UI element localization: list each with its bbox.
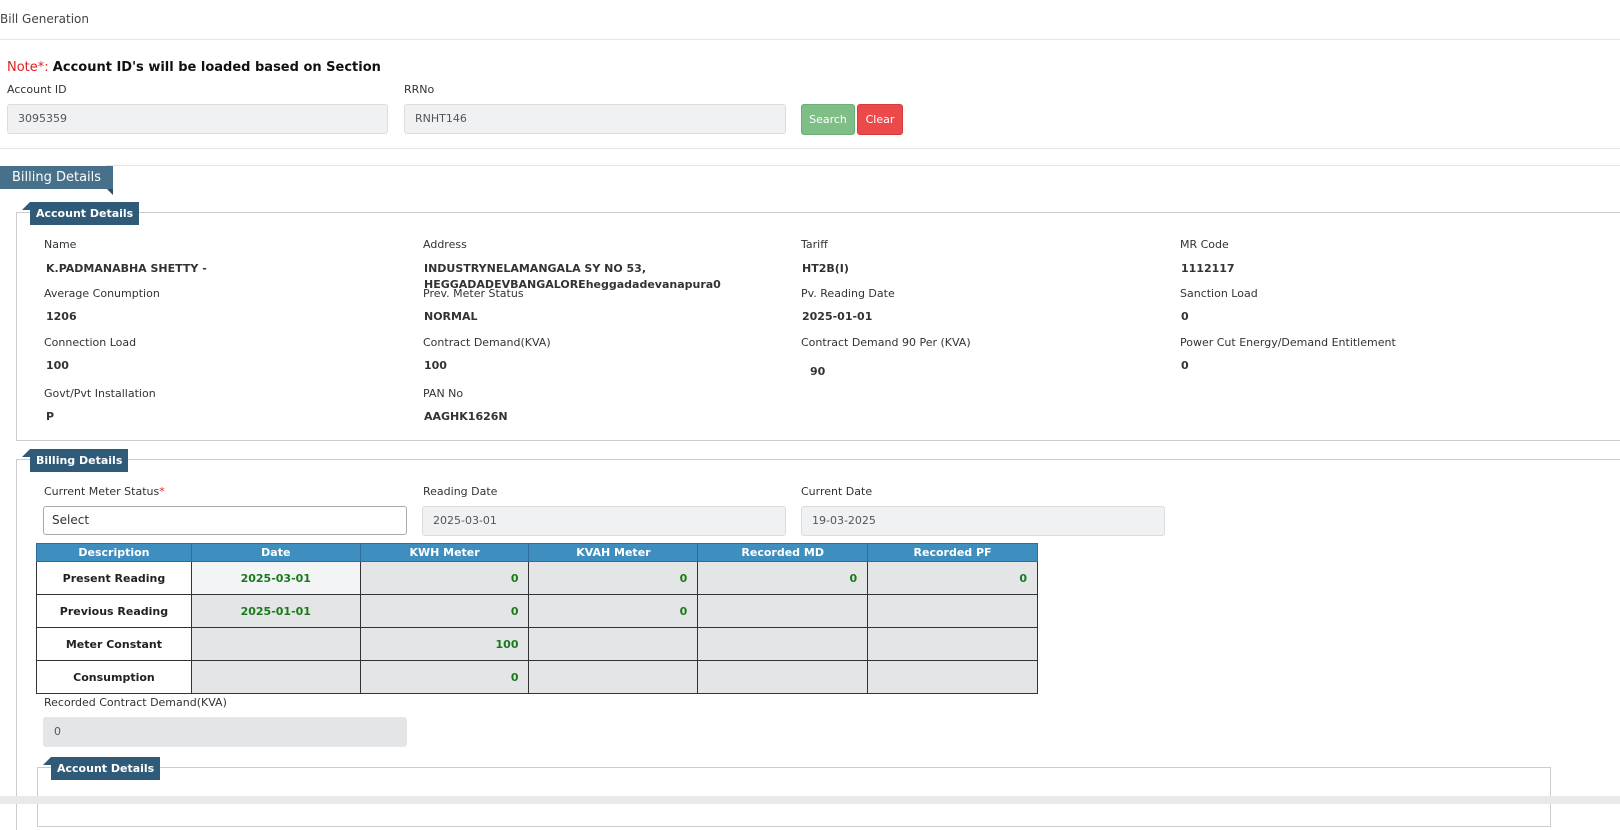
name-value: K.PADMANABHA SHETTY - — [46, 262, 207, 275]
avg-consumption-value: 1206 — [46, 310, 77, 323]
col-recorded-pf: Recorded PF — [867, 543, 1038, 562]
sanction-load-value: 0 — [1181, 310, 1189, 323]
page-header: Bill Generation — [0, 0, 1620, 40]
col-date: Date — [190, 543, 361, 562]
current-meter-status-label: Current Meter Status* — [44, 485, 165, 498]
row-date: 2025-01-01 — [190, 594, 361, 628]
recorded-md-cell[interactable]: 0 — [697, 561, 869, 595]
recorded-md-cell — [697, 594, 869, 628]
row-date[interactable]: 2025-03-01 — [190, 561, 361, 595]
billing-details-legend: Billing Details — [21, 449, 129, 472]
recorded-pf-cell[interactable]: 0 — [867, 561, 1038, 595]
avg-consumption-label: Average Conumption — [44, 287, 160, 300]
account-id-input[interactable]: 3095359 — [7, 104, 388, 134]
col-recorded-md: Recorded MD — [697, 543, 869, 562]
divider — [0, 148, 1620, 149]
kwh-cell: 100 — [359, 627, 530, 661]
recorded-md-cell — [697, 660, 869, 694]
prev-meter-status-value: NORMAL — [424, 310, 478, 323]
name-label: Name — [44, 238, 77, 251]
connection-load-label: Connection Load — [44, 336, 137, 349]
power-cut-label: Power Cut Energy/Demand Entitlement — [1180, 336, 1396, 349]
reading-date-input[interactable]: 2025-03-01 — [422, 506, 786, 536]
current-date-label: Current Date — [801, 485, 873, 498]
kvah-cell — [528, 627, 699, 661]
kvah-cell[interactable]: 0 — [528, 561, 699, 595]
current-meter-status-select[interactable]: Select — [43, 506, 407, 535]
meter-readings-table: Description Date KWH Meter KVAH Meter Re… — [36, 543, 1038, 694]
govt-pvt-value: P — [46, 410, 55, 423]
contract-demand-90-value: 90 — [810, 365, 826, 378]
tariff-label: Tariff — [801, 238, 828, 251]
pv-reading-date-label: Pv. Reading Date — [801, 287, 895, 300]
address-label: Address — [423, 238, 467, 251]
recorded-contract-demand-input: 0 — [43, 717, 407, 747]
table-row: Present Reading 2025-03-01 0 0 0 0 — [36, 561, 1038, 595]
mr-code-label: MR Code — [1180, 238, 1229, 251]
prev-meter-status-label: Prev. Meter Status — [423, 287, 524, 300]
recorded-pf-cell — [867, 594, 1038, 628]
sub-account-details-legend: Account Details — [42, 757, 161, 780]
horizontal-scrollbar[interactable] — [0, 796, 1620, 804]
col-kvah-meter: KVAH Meter — [528, 543, 699, 562]
row-description: Previous Reading — [36, 594, 192, 628]
row-description: Consumption — [36, 660, 192, 694]
col-kwh-meter: KWH Meter — [359, 543, 530, 562]
sanction-load-label: Sanction Load — [1180, 287, 1258, 300]
tariff-value: HT2B(I) — [802, 262, 849, 275]
power-cut-value: 0 — [1181, 359, 1189, 372]
row-date — [190, 660, 361, 694]
section-note: Note*: Account ID's will be loaded based… — [7, 60, 381, 75]
page-title: Bill Generation — [0, 12, 89, 26]
account-details-legend: Account Details — [21, 202, 140, 225]
row-description: Meter Constant — [36, 627, 192, 661]
note-text: Account ID's will be loaded based on Sec… — [52, 60, 381, 75]
kvah-cell — [528, 660, 699, 694]
note-prefix: Note*: — [7, 60, 49, 75]
connection-load-value: 100 — [46, 359, 69, 372]
tab-billing-details[interactable]: Billing Details — [0, 166, 114, 195]
kwh-cell: 0 — [359, 660, 530, 694]
recorded-pf-cell — [867, 660, 1038, 694]
table-row: Consumption 0 — [36, 660, 1038, 694]
contract-demand-90-label: Contract Demand 90 Per (KVA) — [801, 336, 971, 349]
row-date — [190, 627, 361, 661]
table-row: Previous Reading 2025-01-01 0 0 — [36, 594, 1038, 628]
rrno-label: RRNo — [404, 83, 435, 96]
section-divider — [106, 165, 1620, 166]
recorded-contract-demand-label: Recorded Contract Demand(KVA) — [44, 696, 227, 709]
pv-reading-date-value: 2025-01-01 — [802, 310, 873, 323]
pan-no-label: PAN No — [423, 387, 464, 400]
search-button[interactable]: Search — [801, 104, 855, 135]
clear-button[interactable]: Clear — [857, 104, 903, 135]
contract-demand-label: Contract Demand(KVA) — [423, 336, 551, 349]
kwh-cell: 0 — [359, 594, 530, 628]
recorded-md-cell — [697, 627, 869, 661]
mr-code-value: 1112117 — [1181, 262, 1235, 275]
kwh-cell[interactable]: 0 — [359, 561, 530, 595]
table-row: Meter Constant 100 — [36, 627, 1038, 661]
kvah-cell: 0 — [528, 594, 699, 628]
reading-date-label: Reading Date — [423, 485, 498, 498]
govt-pvt-label: Govt/Pvt Installation — [44, 387, 156, 400]
pan-no-value: AAGHK1626N — [424, 410, 508, 423]
col-description: Description — [36, 543, 192, 562]
account-id-label: Account ID — [7, 83, 67, 96]
rrno-input[interactable]: RNHT146 — [404, 104, 786, 134]
contract-demand-value: 100 — [424, 359, 447, 372]
recorded-pf-cell — [867, 627, 1038, 661]
current-date-input: 19-03-2025 — [801, 506, 1165, 536]
row-description: Present Reading — [36, 561, 192, 595]
